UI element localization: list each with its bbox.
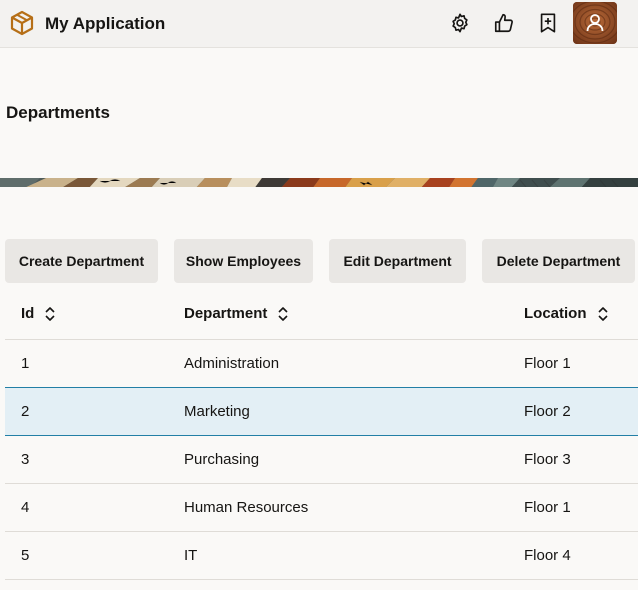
cell-department: IT	[184, 547, 198, 564]
sort-icon[interactable]	[44, 306, 56, 322]
edit-department-button[interactable]: Edit Department	[329, 239, 466, 283]
cell-department: Marketing	[184, 403, 250, 420]
cell-id: 5	[21, 547, 30, 564]
cell-department: Human Resources	[184, 499, 309, 516]
cell-id: 3	[21, 451, 30, 468]
table-row[interactable]: 3 Purchasing Floor 3	[5, 436, 638, 484]
page-title: Departments	[6, 103, 110, 122]
sort-icon[interactable]	[597, 306, 609, 322]
cell-location: Floor 2	[524, 403, 571, 420]
thumbs-up-icon[interactable]	[491, 10, 517, 36]
bookmark-add-icon[interactable]	[535, 10, 561, 36]
cell-location: Floor 1	[524, 355, 571, 372]
gear-icon[interactable]	[447, 10, 473, 36]
cell-department: Administration	[184, 355, 280, 372]
user-avatar[interactable]	[573, 2, 617, 44]
column-header-id[interactable]: Id	[21, 305, 56, 322]
cell-id: 1	[21, 355, 30, 372]
column-header-department[interactable]: Department	[184, 305, 289, 322]
table-row[interactable]: 1 Administration Floor 1	[5, 340, 638, 388]
cell-department: Purchasing	[184, 451, 260, 468]
cell-id: 4	[21, 499, 30, 516]
departments-table: Id Department Location 1 Administration …	[5, 290, 638, 580]
column-header-location[interactable]: Location	[524, 305, 609, 322]
cell-location: Floor 1	[524, 499, 571, 516]
table-header: Id Department Location	[5, 290, 638, 340]
cell-location: Floor 3	[524, 451, 571, 468]
create-department-button[interactable]: Create Department	[5, 239, 158, 283]
sort-icon[interactable]	[277, 306, 289, 322]
app-title: My Application	[45, 14, 166, 33]
app-logo-icon	[8, 9, 36, 37]
table-row[interactable]: 5 IT Floor 4	[5, 532, 638, 580]
app-header: My Application	[0, 0, 638, 48]
show-employees-button[interactable]: Show Employees	[174, 239, 313, 283]
decorative-banner	[0, 176, 638, 187]
cell-location: Floor 4	[524, 547, 571, 564]
cell-id: 2	[21, 403, 30, 420]
delete-department-button[interactable]: Delete Department	[482, 239, 635, 283]
table-row[interactable]: 4 Human Resources Floor 1	[5, 484, 638, 532]
table-row-selected[interactable]: 2 Marketing Floor 2	[5, 387, 638, 436]
